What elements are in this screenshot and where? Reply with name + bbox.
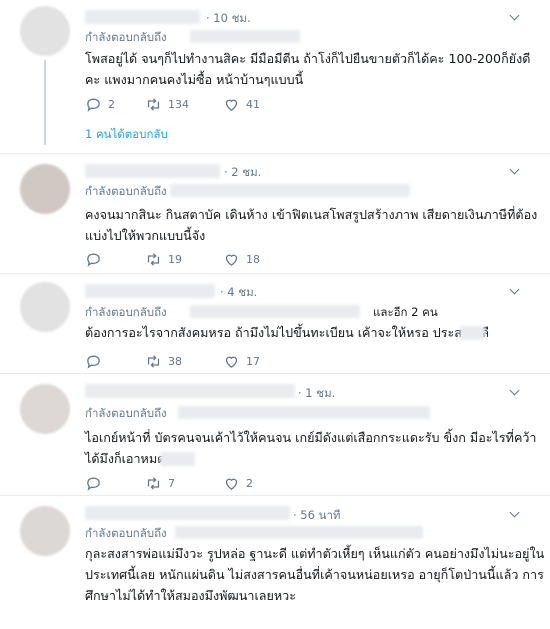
chevron-down-icon[interactable]: [509, 164, 520, 175]
tweet-text-line: กุละสงสารพ่อแม่มึงวะ รูปหล่อ ฐานะดี แต่ท…: [85, 546, 545, 561]
avatar[interactable]: [20, 384, 70, 434]
avatar[interactable]: [20, 6, 70, 56]
tweet-card[interactable]: · 10 ชม. กำลังตอบกลับถึง โพสอยู่ได้ จนๆก…: [0, 0, 550, 154]
replying-to-label: กำลังตอบกลับถึง: [85, 406, 167, 420]
tweet-card[interactable]: · 4 ชม. กำลังตอบกลับถึง และอีก 2 คน ต้อง…: [0, 274, 550, 374]
tweet-text-line: ได้มึงก็เอาหมด: [85, 451, 166, 466]
reply-handle-redacted: [190, 305, 360, 318]
and-others-label[interactable]: และอีก 2 คน: [373, 304, 438, 322]
reply-button[interactable]: 2: [85, 95, 115, 113]
reply-count: 2: [108, 97, 115, 111]
tweet-actions: 7 2: [85, 474, 345, 492]
tweet-text: กุละสงสารพ่อแม่มึงวะ รูปหล่อ ฐานะดี แต่ท…: [85, 543, 545, 606]
avatar[interactable]: [20, 164, 70, 214]
retweet-button[interactable]: 19: [145, 250, 182, 268]
retweet-button[interactable]: 7: [145, 474, 175, 492]
username-redacted: [85, 284, 215, 298]
heart-icon: [225, 254, 238, 266]
tweet-card[interactable]: · 56 นาที กำลังตอบกลับถึง กุละสงสารพ่อแม…: [0, 496, 550, 629]
timestamp[interactable]: · 4 ชม.: [220, 284, 257, 302]
reply-icon: [87, 477, 100, 491]
tweet-text-line: ศึกษาไม่ได้ทำให้สมองมึงพัฒนาเลยหวะ: [85, 588, 297, 603]
like-count: 2: [246, 476, 253, 490]
replying-to-label: กำลังตอบกลับถึง: [85, 526, 167, 540]
heart-icon: [225, 99, 238, 111]
like-button[interactable]: 2: [223, 474, 253, 492]
tweet-card[interactable]: · 1 ชม. กำลังตอบกลับถึง ไอเกย์หน้าที่ บั…: [0, 374, 550, 496]
username-redacted: [85, 164, 220, 178]
text-redacted: [160, 452, 195, 466]
like-button[interactable]: 18: [223, 250, 260, 268]
tweet-actions: 2 134 41: [85, 95, 345, 113]
tweet-text-line: แบ่งไปให้พวกแบบนี้จัง: [85, 228, 206, 243]
tweet-text-line: ต้องการอะไรจากสังคมหรอ ถ้ามึงไม่ไปขึ้นทะ…: [85, 325, 490, 340]
thread-line: [44, 60, 46, 145]
tweet-text-line: ไอเกย์หน้าที่ บัตรคนจนเค้าไว้ให้คนจน เกย…: [85, 430, 537, 445]
retweet-icon: [147, 476, 160, 490]
tweet-text: โพสอยู่ได้ จนๆก็ไปทำงานสิคะ มีมือมีตีน ถ…: [85, 48, 531, 90]
tweet-text-line: คงจนมากสินะ กินสตาบัค เดินห้าง เข้าฟิตเน…: [85, 207, 538, 222]
tweet-actions: 38 17: [85, 352, 345, 370]
tweet-text-line: คะ แพงมากคนคงไม่ซื้อ หน้าบ้านๆแบบนี้: [85, 72, 304, 87]
retweet-button[interactable]: 38: [145, 352, 182, 370]
text-redacted: [460, 326, 485, 340]
heart-icon: [225, 478, 238, 490]
reply-button[interactable]: [85, 352, 108, 370]
replying-to-label: กำลังตอบกลับถึง: [85, 184, 167, 198]
reply-handle-redacted: [170, 184, 410, 197]
show-replies-link[interactable]: 1 คนได้ตอบกลับ: [85, 126, 168, 144]
timestamp[interactable]: · 2 ชม.: [224, 164, 261, 182]
reply-handle-redacted: [178, 406, 430, 419]
replying-to-label: กำลังตอบกลับถึง: [85, 30, 167, 44]
heart-icon: [225, 356, 238, 368]
reply-icon: [87, 253, 100, 267]
timestamp[interactable]: · 1 ชม.: [298, 385, 335, 403]
retweet-button[interactable]: 134: [145, 95, 189, 113]
reply-handle-redacted: [175, 526, 423, 539]
tweet-text-line: ประเทศนี้เลย หนักแผ่นดิน ไม่สงสารคนอื่นท…: [85, 567, 544, 582]
username-redacted: [85, 384, 295, 398]
avatar[interactable]: [20, 282, 70, 332]
retweet-count: 134: [168, 97, 189, 111]
timestamp[interactable]: · 56 นาที: [293, 507, 341, 525]
like-count: 17: [246, 354, 260, 368]
username-redacted: [85, 10, 200, 24]
like-button[interactable]: 17: [223, 352, 260, 370]
reply-icon: [87, 355, 100, 369]
retweet-count: 38: [168, 354, 182, 368]
tweet-text: คงจนมากสินะ กินสตาบัค เดินห้าง เข้าฟิตเน…: [85, 204, 538, 246]
username-redacted: [85, 506, 290, 520]
chevron-down-icon[interactable]: [509, 385, 520, 396]
reply-icon: [87, 98, 100, 112]
replying-to-label: กำลังตอบกลับถึง: [85, 305, 167, 319]
retweet-count: 7: [168, 476, 175, 490]
retweet-icon: [147, 252, 160, 266]
reply-button[interactable]: [85, 474, 108, 492]
chevron-down-icon[interactable]: [509, 507, 520, 518]
retweet-icon: [147, 97, 160, 111]
tweet-text: ต้องการอะไรจากสังคมหรอ ถ้ามึงไม่ไปขึ้นทะ…: [85, 322, 525, 343]
tweet-actions: 19 18: [85, 250, 345, 268]
retweet-icon: [147, 354, 160, 368]
like-count: 18: [246, 252, 260, 266]
retweet-count: 19: [168, 252, 182, 266]
like-button[interactable]: 41: [223, 95, 260, 113]
chevron-down-icon[interactable]: [509, 10, 520, 21]
tweet-text-line: โพสอยู่ได้ จนๆก็ไปทำงานสิคะ มีมือมีตีน ถ…: [85, 51, 531, 66]
tweet-text: ไอเกย์หน้าที่ บัตรคนจนเค้าไว้ให้คนจน เกย…: [85, 427, 537, 469]
avatar[interactable]: [20, 506, 70, 556]
tweet-card[interactable]: · 2 ชม. กำลังตอบกลับถึง คงจนมากสินะ กินส…: [0, 154, 550, 274]
timestamp[interactable]: · 10 ชม.: [206, 10, 251, 28]
chevron-down-icon[interactable]: [509, 284, 520, 295]
reply-handle-redacted: [190, 30, 300, 43]
reply-button[interactable]: [85, 250, 108, 268]
like-count: 41: [246, 97, 260, 111]
